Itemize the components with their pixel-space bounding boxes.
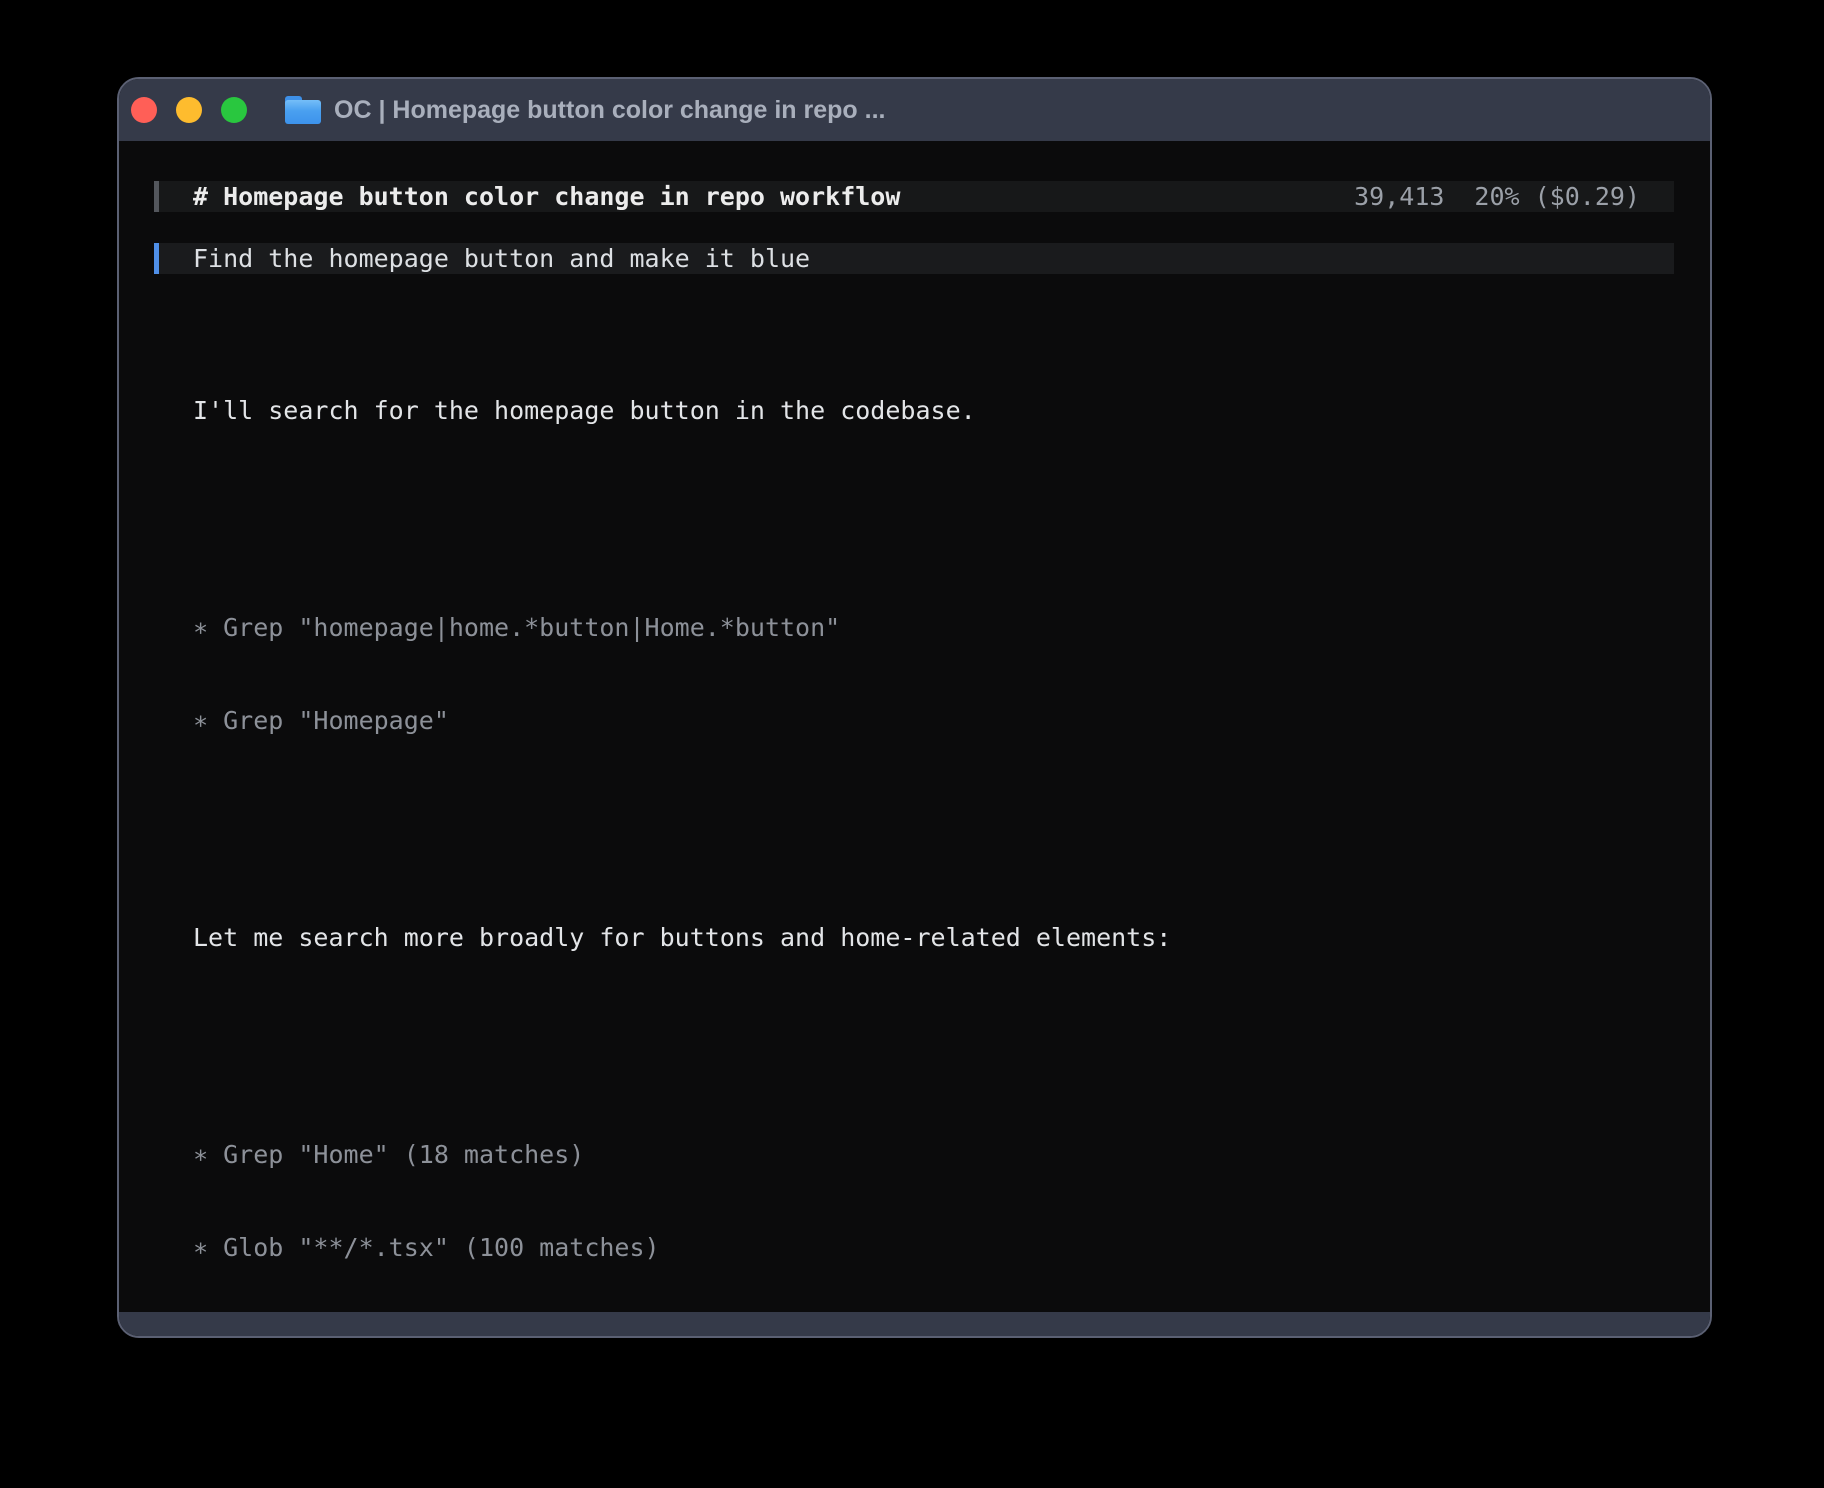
context-usage: 20% ($0.29) (1474, 181, 1640, 212)
tool-call-line: ∗ Grep "homepage|home.*button|Home.*butt… (193, 612, 1674, 643)
user-message: Find the homepage button and make it blu… (154, 243, 1674, 274)
token-count: 39,413 (1354, 181, 1444, 212)
user-message-text: Find the homepage button and make it blu… (193, 243, 810, 274)
session-title: # Homepage button color change in repo w… (193, 181, 900, 212)
assistant-message: Let me search more broadly for buttons a… (193, 922, 1674, 953)
terminal-window: OC | Homepage button color change in rep… (117, 77, 1712, 1338)
minimize-button[interactable] (176, 97, 202, 123)
zoom-button[interactable] (221, 97, 247, 123)
session-stats: 39,413 20% ($0.29) (1354, 181, 1640, 212)
titlebar: OC | Homepage button color change in rep… (119, 79, 1710, 141)
tool-call-group: ∗ Grep "homepage|home.*button|Home.*butt… (193, 550, 1674, 798)
tool-call-line: ∗ Glob "**/*.tsx" (100 matches) (193, 1232, 1674, 1263)
tool-call-line: ∗ Grep "Home" (18 matches) (193, 1139, 1674, 1170)
conversation: I'll search for the homepage button in t… (154, 302, 1674, 1312)
close-button[interactable] (131, 97, 157, 123)
tool-call-group: ∗ Grep "Home" (18 matches) ∗ Glob "**/*.… (193, 1077, 1674, 1312)
terminal-content: # Homepage button color change in repo w… (119, 141, 1710, 1312)
tool-call-line: ∗ Grep "Homepage" (193, 705, 1674, 736)
folder-icon (285, 96, 321, 124)
assistant-message: I'll search for the homepage button in t… (193, 395, 1674, 426)
bottom-strip (119, 1312, 1710, 1336)
window-title: OC | Homepage button color change in rep… (334, 96, 885, 125)
session-header: # Homepage button color change in repo w… (154, 181, 1674, 212)
